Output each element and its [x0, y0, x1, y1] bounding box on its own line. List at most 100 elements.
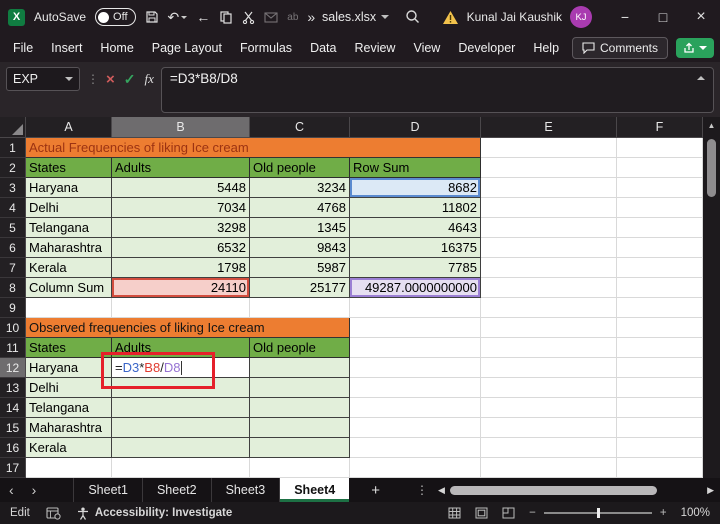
cell-C5[interactable]: 1345	[250, 218, 350, 238]
column-header-C[interactable]: C	[250, 117, 350, 138]
warning-icon[interactable]	[442, 10, 459, 25]
prev-sheet-icon[interactable]: ‹	[0, 482, 23, 498]
tab-view[interactable]: View	[404, 34, 449, 62]
cell-C4[interactable]: 4768	[250, 198, 350, 218]
cell-C7[interactable]: 5987	[250, 258, 350, 278]
cell-D15[interactable]	[350, 418, 481, 438]
cell-A10[interactable]: Observed frequencies of liking Ice cream	[26, 318, 350, 338]
cell-B2[interactable]: Adults	[112, 158, 250, 178]
zoom-out-icon[interactable]: −	[529, 507, 536, 519]
cell-E8[interactable]	[481, 278, 617, 298]
minimize-button[interactable]: −	[606, 0, 644, 34]
cell-D3[interactable]: 8682	[350, 178, 481, 198]
cell-F6[interactable]	[617, 238, 703, 258]
cell-E7[interactable]	[481, 258, 617, 278]
row-header-10[interactable]: 10	[0, 318, 26, 338]
cell-C14[interactable]	[250, 398, 350, 418]
back-arrow-icon[interactable]: ←	[196, 9, 210, 25]
cell-C17[interactable]	[250, 458, 350, 478]
tab-help[interactable]: Help	[524, 34, 568, 62]
cell-A8[interactable]: Column Sum	[26, 278, 112, 298]
row-header-11[interactable]: 11	[0, 338, 26, 358]
cell-E10[interactable]	[481, 318, 617, 338]
autosave-toggle[interactable]: Off	[95, 8, 135, 26]
vertical-scrollbar[interactable]: ▲	[703, 117, 720, 478]
row-header-15[interactable]: 15	[0, 418, 26, 438]
cell-D4[interactable]: 11802	[350, 198, 481, 218]
cell-C8[interactable]: 25177	[250, 278, 350, 298]
cell-C11[interactable]: Old people	[250, 338, 350, 358]
row-header-14[interactable]: 14	[0, 398, 26, 418]
cell-F14[interactable]	[617, 398, 703, 418]
macro-record-icon[interactable]	[46, 507, 61, 520]
cell-C3[interactable]: 3234	[250, 178, 350, 198]
cell-F17[interactable]	[617, 458, 703, 478]
cell-D2[interactable]: Row Sum	[350, 158, 481, 178]
name-box[interactable]: EXP	[6, 67, 80, 91]
zoom-level[interactable]: 100%	[681, 507, 710, 519]
enter-check-icon[interactable]: ✓	[124, 71, 136, 88]
row-header-2[interactable]: 2	[0, 158, 26, 178]
row-header-12[interactable]: 12	[0, 358, 26, 378]
cell-F12[interactable]	[617, 358, 703, 378]
column-header-B[interactable]: B	[112, 117, 250, 138]
cell-B17[interactable]	[112, 458, 250, 478]
cell-F13[interactable]	[617, 378, 703, 398]
cell-A4[interactable]: Delhi	[26, 198, 112, 218]
cell-B11[interactable]: Adults	[112, 338, 250, 358]
cell-C2[interactable]: Old people	[250, 158, 350, 178]
cell-D10[interactable]	[350, 318, 481, 338]
cell-E15[interactable]	[481, 418, 617, 438]
cell-E4[interactable]	[481, 198, 617, 218]
row-header-17[interactable]: 17	[0, 458, 26, 478]
zoom-in-icon[interactable]: +	[660, 507, 667, 519]
cell-A6[interactable]: Maharashtra	[26, 238, 112, 258]
horizontal-scroll-track[interactable]	[450, 478, 702, 502]
cell-E16[interactable]	[481, 438, 617, 458]
maximize-button[interactable]: □	[644, 0, 682, 34]
cell-A16[interactable]: Kerala	[26, 438, 112, 458]
normal-view-icon[interactable]	[448, 507, 461, 519]
scroll-right-icon[interactable]: ▶	[707, 485, 714, 496]
user-name[interactable]: Kunal Jai Kaushik	[467, 10, 562, 24]
select-all-corner[interactable]	[0, 117, 26, 138]
cell-A13[interactable]: Delhi	[26, 378, 112, 398]
cell-F3[interactable]	[617, 178, 703, 198]
row-header-5[interactable]: 5	[0, 218, 26, 238]
cell-F7[interactable]	[617, 258, 703, 278]
cell-C6[interactable]: 9843	[250, 238, 350, 258]
cell-F9[interactable]	[617, 298, 703, 318]
horizontal-scroll-thumb[interactable]	[450, 486, 657, 495]
document-title[interactable]: sales.xlsx	[322, 0, 389, 34]
cell-D17[interactable]	[350, 458, 481, 478]
cut-icon[interactable]	[242, 11, 255, 24]
cell-B6[interactable]: 6532	[112, 238, 250, 258]
cell-F15[interactable]	[617, 418, 703, 438]
cell-F2[interactable]	[617, 158, 703, 178]
column-header-F[interactable]: F	[617, 117, 703, 138]
add-sheet-button[interactable]: +	[371, 482, 380, 499]
row-header-8[interactable]: 8	[0, 278, 26, 298]
cell-A7[interactable]: Kerala	[26, 258, 112, 278]
cell-D14[interactable]	[350, 398, 481, 418]
cell-A17[interactable]	[26, 458, 112, 478]
collapse-formula-bar-icon[interactable]	[697, 76, 705, 80]
cell-E2[interactable]	[481, 158, 617, 178]
tab-developer[interactable]: Developer	[449, 34, 524, 62]
qat-overflow-icon[interactable]: »	[307, 9, 315, 25]
cell-F10[interactable]	[617, 318, 703, 338]
cell-E1[interactable]	[481, 138, 617, 158]
cell-D6[interactable]: 16375	[350, 238, 481, 258]
cell-E6[interactable]	[481, 238, 617, 258]
repeat-typing-icon[interactable]: ab	[287, 12, 298, 23]
cell-F16[interactable]	[617, 438, 703, 458]
sheet-tab-sheet1[interactable]: Sheet1	[73, 478, 143, 502]
cell-B15[interactable]	[112, 418, 250, 438]
search-icon[interactable]	[405, 9, 420, 24]
row-header-9[interactable]: 9	[0, 298, 26, 318]
mail-icon[interactable]	[264, 12, 278, 23]
accessibility-status[interactable]: Accessibility: Investigate	[77, 507, 232, 520]
sheet-options-icon[interactable]: ⋮	[416, 483, 428, 497]
excel-logo-icon[interactable]: X	[8, 9, 25, 26]
cell-E5[interactable]	[481, 218, 617, 238]
